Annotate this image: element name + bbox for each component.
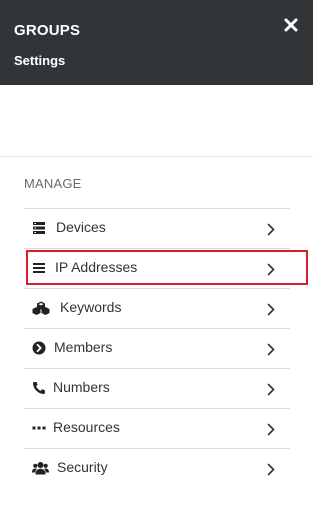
menu-item-security[interactable]: Security [24,448,290,488]
menu-item-keywords[interactable]: Keywords [24,288,290,328]
chevron-right-icon [267,263,275,276]
manage-menu: Devices IP Addresses Keywords Members Nu… [24,208,290,488]
chevron-right-icon [267,423,275,436]
devices-icon [32,221,46,235]
chevron-right-icon [267,303,275,316]
section-title: MANAGE [24,176,82,191]
header-bar: GROUPS Settings [0,0,313,85]
menu-item-devices[interactable]: Devices [24,208,290,248]
menu-item-label: IP Addresses [55,259,138,275]
cubes-icon [32,301,50,315]
chevron-circle-icon [32,341,46,355]
page-subtitle: Settings [14,53,66,68]
menu-item-members[interactable]: Members [24,328,290,368]
menu-item-label: Resources [53,419,120,435]
menu-item-label: Security [57,459,108,475]
menu-item-label: Devices [56,219,106,235]
menu-item-label: Members [54,339,113,355]
chevron-right-icon [267,463,275,476]
chevron-right-icon [267,223,275,236]
users-icon [32,461,49,475]
menu-item-numbers[interactable]: Numbers [24,368,290,408]
divider [0,156,313,157]
ellipsis-icon [32,421,46,435]
menu-item-label: Numbers [53,379,110,395]
menu-item-label: Keywords [60,299,122,315]
chevron-right-icon [267,383,275,396]
close-icon[interactable] [284,18,298,32]
list-icon [32,261,46,275]
page-title: GROUPS [14,22,81,39]
menu-item-ip-addresses[interactable]: IP Addresses [24,248,290,288]
chevron-right-icon [267,343,275,356]
phone-icon [32,381,46,395]
menu-item-resources[interactable]: Resources [24,408,290,448]
